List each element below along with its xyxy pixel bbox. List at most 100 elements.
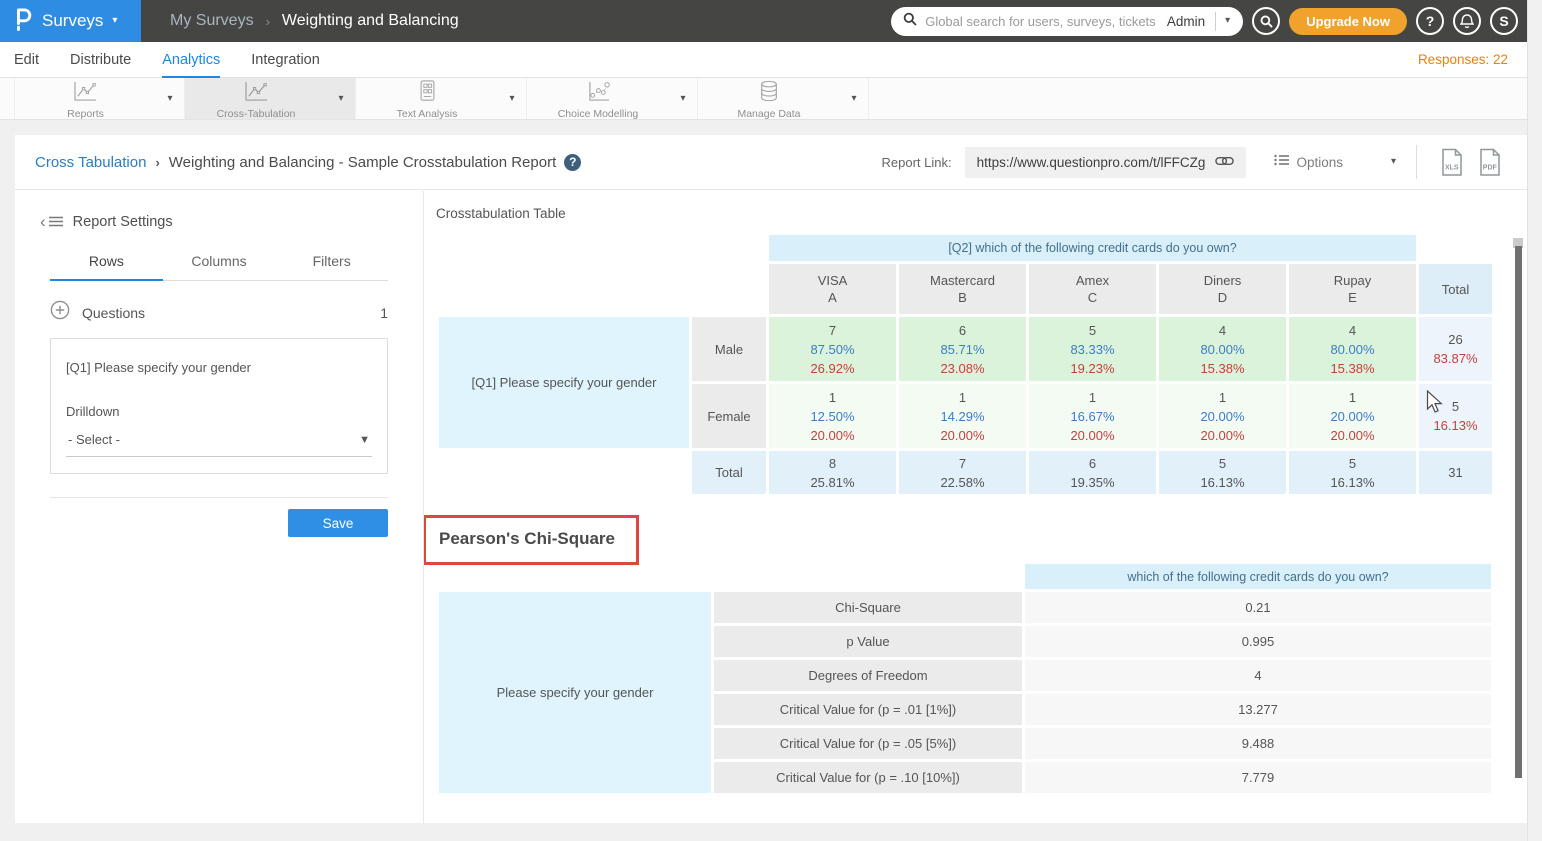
questions-row: Questions 1 <box>50 300 388 325</box>
product-name: Surveys <box>42 11 103 31</box>
app-window: Surveys ▾ My Surveys › Weighting and Bal… <box>0 0 1542 841</box>
tab-integration[interactable]: Integration <box>251 42 320 78</box>
column-header-diners: DinersD <box>1159 264 1286 314</box>
divider <box>50 497 388 498</box>
metric-value: 13.277 <box>1025 694 1491 725</box>
crosstab-total-cell: 722.58% <box>899 451 1026 494</box>
report-header: Cross Tabulation › Weighting and Balanci… <box>15 135 1527 190</box>
grand-total-cell: 31 <box>1419 451 1492 494</box>
toolbar-item-label: Manage Data <box>737 108 800 120</box>
user-avatar[interactable]: S <box>1490 7 1518 35</box>
crosstab-column-question: [Q2] which of the following credit cards… <box>769 235 1416 261</box>
responses-count: Responses: 22 <box>1418 52 1527 67</box>
text-analysis-dropdown-caret-icon[interactable]: ▾ <box>498 78 526 119</box>
report-link-label: Report Link: <box>882 155 952 170</box>
row-label-total: Total <box>692 451 766 494</box>
toolbar-item-label: Reports <box>67 108 104 120</box>
reports-dropdown-caret-icon[interactable]: ▾ <box>156 78 184 119</box>
report-settings-panel: ‹ Report Settings Rows Columns Filters Q… <box>15 191 424 823</box>
search-submit-button[interactable] <box>1252 7 1280 35</box>
drilldown-label: Drilldown <box>66 404 372 419</box>
breadcrumb-my-surveys[interactable]: My Surveys <box>170 12 254 30</box>
column-header-mastercard: MastercardB <box>899 264 1026 314</box>
export-pdf-button[interactable]: PDF <box>1471 148 1509 177</box>
options-menu[interactable]: Options ▾ <box>1274 153 1396 171</box>
settings-tabs: Rows Columns Filters <box>50 247 388 281</box>
chi-square-table: which of the following credit cards do y… <box>436 561 1494 796</box>
top-bar: Surveys ▾ My Surveys › Weighting and Bal… <box>0 0 1542 42</box>
chevron-down-icon: ▾ <box>112 16 117 26</box>
tab-columns[interactable]: Columns <box>163 247 276 281</box>
drilldown-select[interactable]: - Select - ▼ <box>66 419 372 457</box>
tab-analytics[interactable]: Analytics <box>162 42 220 78</box>
toolbar-item-label: Choice Modelling <box>558 108 639 120</box>
report-url: https://www.questionpro.com/t/lFFCZg <box>977 155 1206 170</box>
metric-value: 7.779 <box>1025 762 1491 793</box>
upgrade-now-button[interactable]: Upgrade Now <box>1289 8 1407 35</box>
search-icon <box>903 12 917 31</box>
chevron-down-icon: ▼ <box>359 434 370 446</box>
row-label-male: Male <box>692 317 766 381</box>
breadcrumb: My Surveys › Weighting and Balancing <box>141 12 459 30</box>
export-xls-button[interactable]: XLS <box>1433 148 1471 177</box>
options-caret-icon[interactable]: ▾ <box>1391 157 1396 167</box>
line-chart-icon <box>244 81 269 107</box>
tab-rows[interactable]: Rows <box>50 247 163 281</box>
question-text: [Q1] Please specify your gender <box>66 360 372 375</box>
table-row: Please specify your gender Chi-Square 0.… <box>439 592 1491 623</box>
choice-modelling-dropdown-caret-icon[interactable]: ▾ <box>669 78 697 119</box>
toolbar-reports[interactable]: Reports ▾ <box>14 78 185 119</box>
metric-label: Critical Value for (p = .05 [5%]) <box>714 728 1022 759</box>
breadcrumb-current-survey: Weighting and Balancing <box>282 12 459 30</box>
notifications-bell-icon[interactable] <box>1453 7 1481 35</box>
report-title: Weighting and Balancing - Sample Crossta… <box>169 154 556 171</box>
tab-distribute[interactable]: Distribute <box>70 42 131 78</box>
product-switcher[interactable]: Surveys ▾ <box>0 0 141 42</box>
chevron-right-icon: › <box>266 14 270 29</box>
metric-label: Chi-Square <box>714 592 1022 623</box>
help-button[interactable]: ? <box>1416 7 1444 35</box>
search-input[interactable] <box>925 14 1157 29</box>
report-url-box[interactable]: https://www.questionpro.com/t/lFFCZg <box>965 147 1247 178</box>
toolbar-cross-tabulation[interactable]: Cross-Tabulation ▾ <box>185 78 356 119</box>
row-question-cell: [Q1] Please specify your gender <box>439 317 689 448</box>
search-scope-selector[interactable]: Admin <box>1157 14 1215 29</box>
column-header-amex: AmexC <box>1029 264 1156 314</box>
crosstab-cell: 116.67%20.00% <box>1029 384 1156 448</box>
questionpro-logo-icon <box>13 6 33 37</box>
collapse-panel-icon[interactable]: ‹ <box>40 213 63 230</box>
cross-tabulation-dropdown-caret-icon[interactable]: ▾ <box>327 78 355 119</box>
metric-value: 4 <box>1025 660 1491 691</box>
options-label: Options <box>1296 155 1343 170</box>
pdf-label: PDF <box>1483 164 1498 171</box>
table-row-total: Total 825.81% 722.58% 619.35% 516.13% 51… <box>439 451 1492 494</box>
line-chart-icon <box>73 81 98 107</box>
crosstab-cell: 120.00%20.00% <box>1289 384 1416 448</box>
save-button[interactable]: Save <box>288 509 388 537</box>
report-scrollbar-thumb[interactable] <box>1515 246 1522 778</box>
toolbar-choice-modelling[interactable]: Choice Modelling ▾ <box>527 78 698 119</box>
crosstab-cell: 480.00%15.38% <box>1159 317 1286 381</box>
toolbar-manage-data[interactable]: Manage Data ▾ <box>698 78 869 119</box>
crosstab-total-cell: 516.13% <box>1289 451 1416 494</box>
tab-edit[interactable]: Edit <box>14 42 39 78</box>
chevron-right-icon: › <box>155 155 159 170</box>
survey-nav: Edit Distribute Analytics Integration Re… <box>0 42 1527 78</box>
tab-filters[interactable]: Filters <box>275 247 388 281</box>
page-scrollbar-track[interactable] <box>1527 0 1542 841</box>
add-question-icon[interactable] <box>50 300 70 325</box>
chi-square-heading: Pearson's Chi-Square <box>439 529 615 548</box>
questions-count: 1 <box>380 305 388 321</box>
database-icon <box>758 80 780 107</box>
toolbar-text-analysis[interactable]: Text Analysis ▾ <box>356 78 527 119</box>
list-icon <box>1274 153 1289 171</box>
manage-data-dropdown-caret-icon[interactable]: ▾ <box>840 78 868 119</box>
link-icon[interactable] <box>1215 155 1234 170</box>
search-scope-caret-icon[interactable]: ▾ <box>1216 16 1239 26</box>
crosstab-cell: 480.00%15.38% <box>1289 317 1416 381</box>
report-help-icon[interactable]: ? <box>564 154 581 171</box>
panel-title: Report Settings <box>73 214 173 230</box>
cross-tabulation-link[interactable]: Cross Tabulation <box>35 154 146 171</box>
global-search: Admin ▾ <box>891 7 1243 36</box>
chi-square-column-header: which of the following credit cards do y… <box>1025 564 1491 589</box>
